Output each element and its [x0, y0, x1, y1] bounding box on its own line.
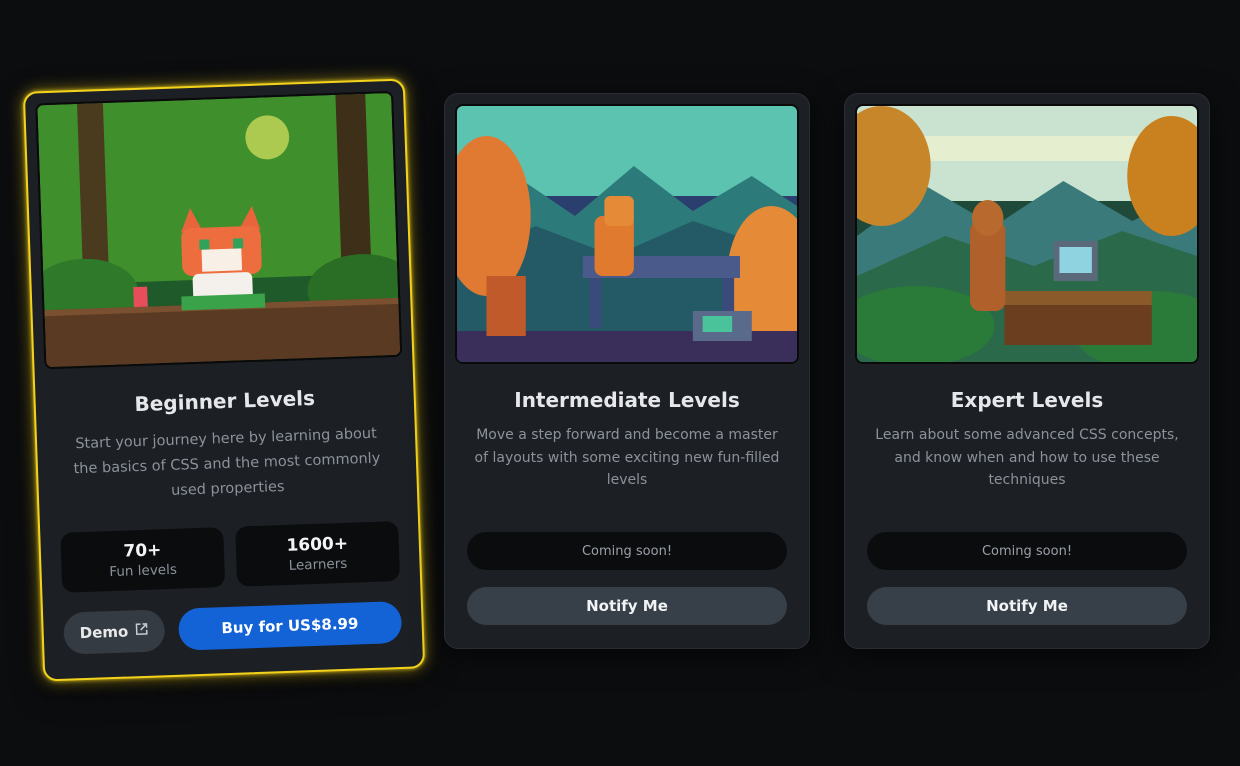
card-description: Learn about some advanced CSS concepts, … [875, 427, 1179, 488]
buy-button[interactable]: Buy for US$8.99 [177, 600, 403, 651]
stat-levels: 70+ Fun levels [60, 527, 226, 593]
external-link-icon [134, 622, 149, 640]
stat-label: Learners [288, 555, 348, 574]
card-description: Move a step forward and become a master … [474, 427, 780, 488]
card-title: Beginner Levels [134, 385, 316, 417]
card-description: Start your journey here by learning abou… [73, 425, 381, 499]
expert-pixel-art-image [855, 104, 1199, 364]
status-badge: Coming soon! [867, 532, 1187, 570]
intermediate-levels-card: Intermediate Levels Move a step forward … [444, 93, 810, 649]
demo-button[interactable]: Demo [63, 609, 165, 655]
status-badge: Coming soon! [467, 532, 787, 570]
stats-row: 70+ Fun levels 1600+ Learners [60, 521, 401, 593]
card-title: Intermediate Levels [514, 388, 740, 412]
notify-me-button[interactable]: Notify Me [467, 587, 787, 625]
stat-label: Fun levels [109, 561, 178, 581]
intermediate-pixel-art-image [455, 104, 799, 364]
beginner-pixel-art-image [35, 90, 403, 370]
card-title: Expert Levels [950, 388, 1104, 412]
stat-value: 70+ [123, 540, 162, 562]
demo-label: Demo [79, 622, 129, 643]
notify-me-button[interactable]: Notify Me [867, 587, 1187, 625]
stat-learners: 1600+ Learners [235, 521, 401, 587]
expert-levels-card: Expert Levels Learn about some advanced … [844, 93, 1210, 649]
stat-value: 1600+ [286, 533, 349, 556]
card-actions: Demo Buy for US$8.99 [63, 600, 403, 655]
beginner-levels-card[interactable]: Beginner Levels Start your journey here … [22, 78, 426, 682]
